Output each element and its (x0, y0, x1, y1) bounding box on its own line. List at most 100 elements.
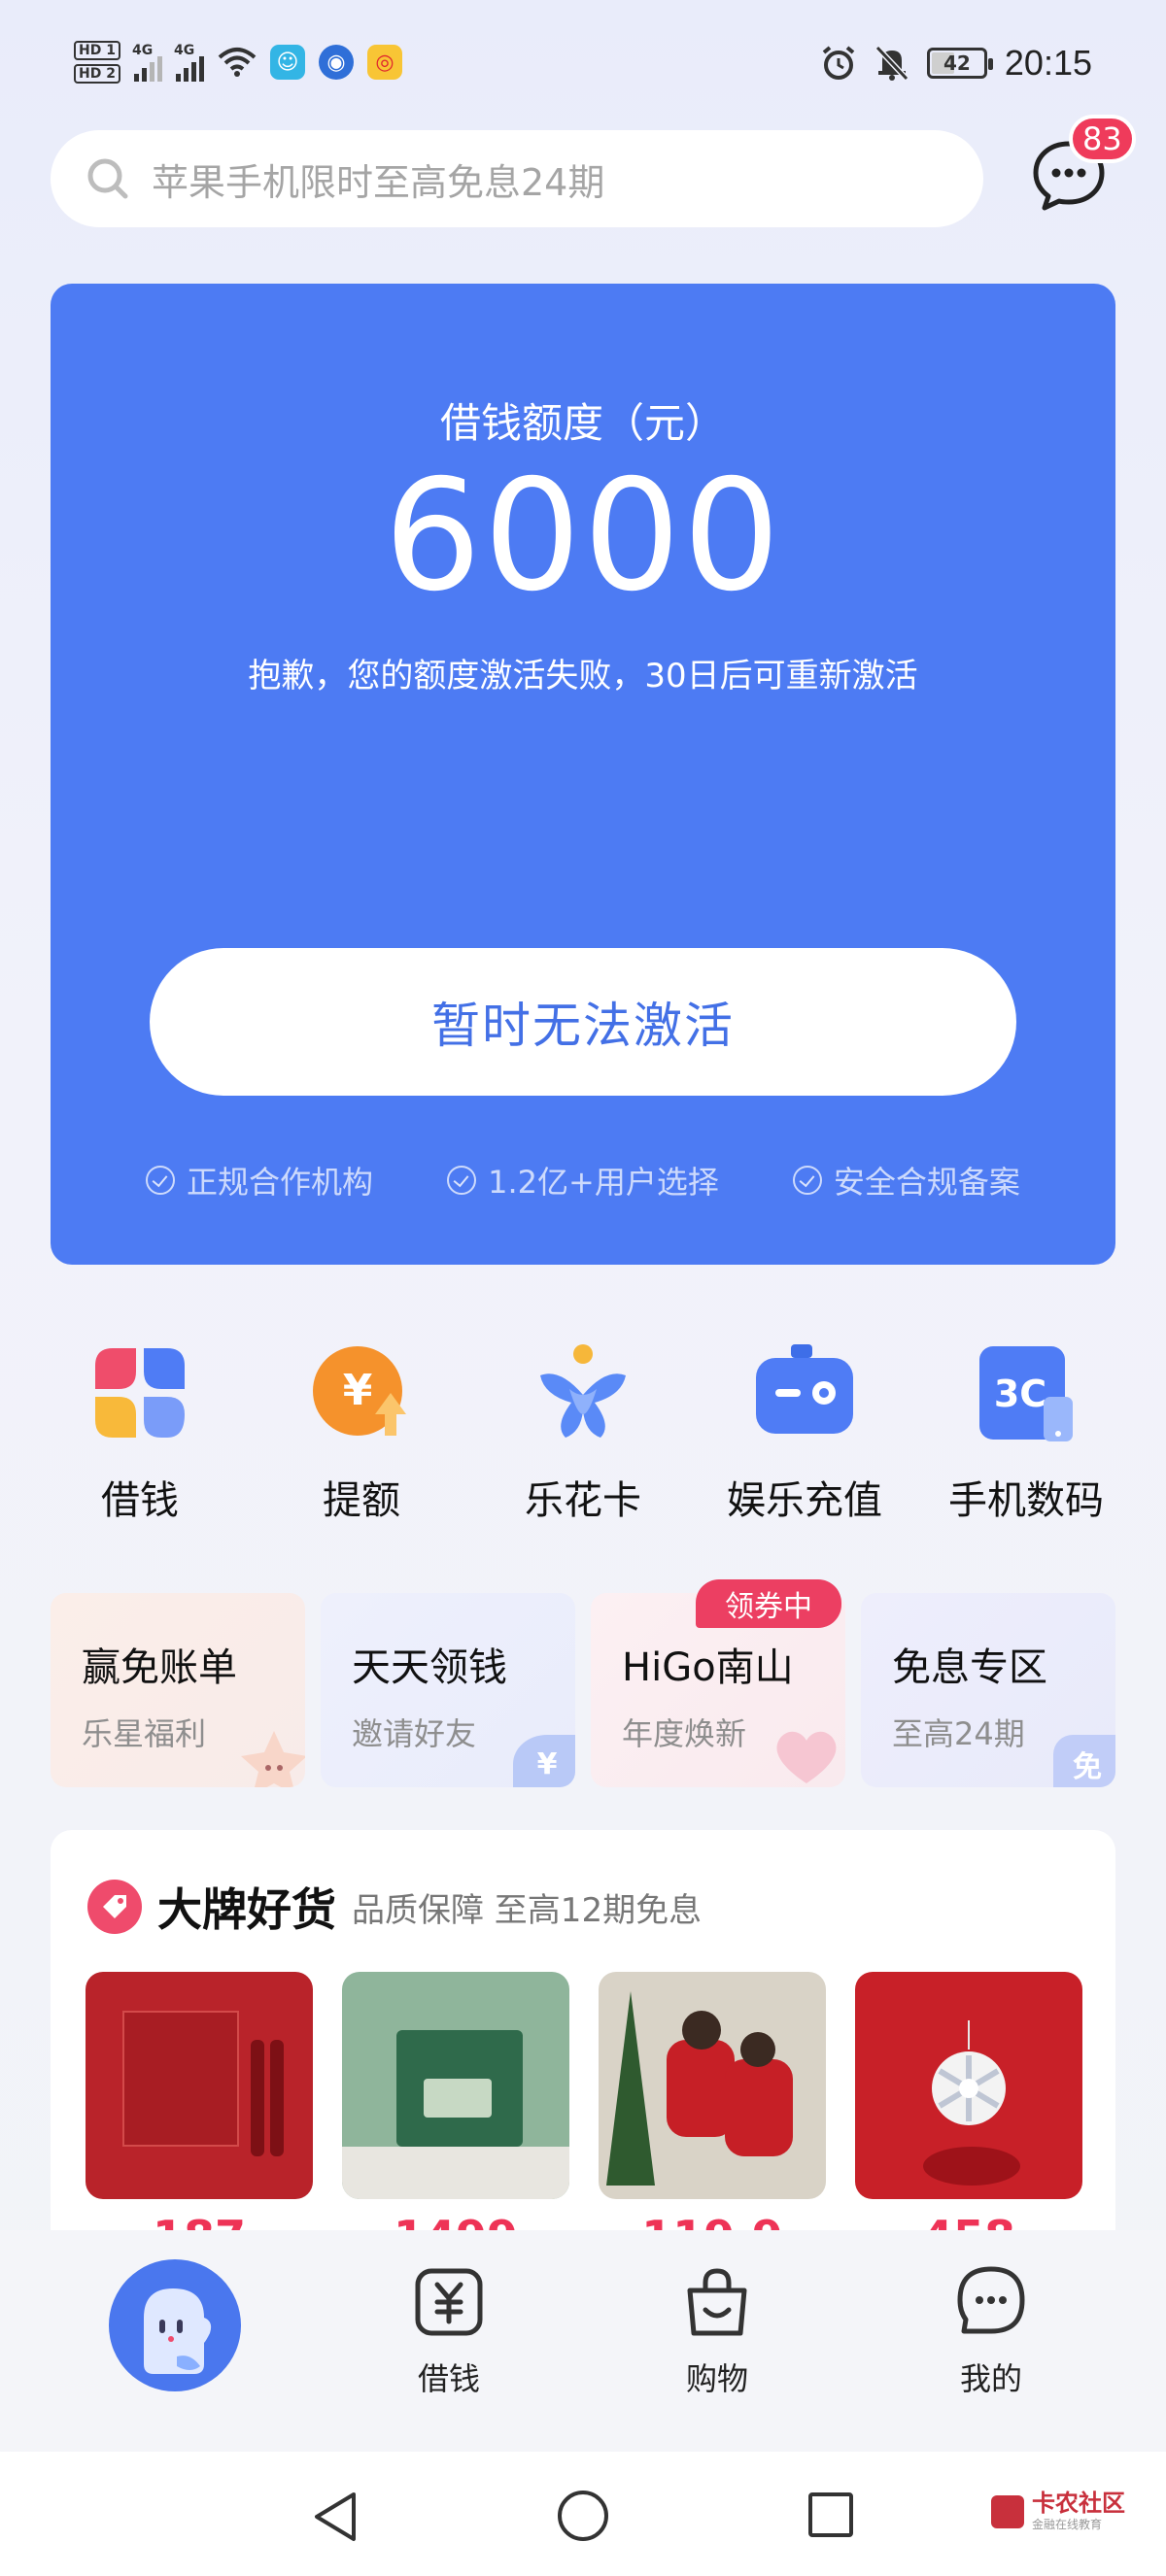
battery-level: 42 (943, 51, 971, 75)
coupon-tag: 领券中 (696, 1579, 841, 1628)
credit-limit-card: 借钱额度（元） 6000 抱歉，您的额度激活失败，30日后可重新激活 暂时无法激… (51, 284, 1115, 1265)
mascot-home-button[interactable] (109, 2259, 241, 2391)
tab-label: 借钱 (417, 2360, 480, 2397)
yuan-card-icon (415, 2268, 483, 2336)
network-1-label: 4G (131, 43, 154, 58)
browser-app-icon: ◉ (318, 45, 354, 80)
price-tag-icon (87, 1880, 142, 1934)
check-circle-icon (792, 1166, 822, 1195)
brand-subtitle: 品质保障 至高12期免息 (352, 1890, 703, 1930)
check-circle-icon (146, 1166, 176, 1195)
quick-entry-label: 娱乐充值 (727, 1478, 882, 1523)
trust-badge-label: 正规合作机构 (187, 1164, 374, 1201)
message-count-badge: 83 (1069, 115, 1136, 163)
quick-entry-label: 借钱 (101, 1478, 179, 1523)
tab-label: 我的 (959, 2360, 1022, 2397)
alarm-icon (822, 46, 855, 80)
tab-mine[interactable]: 我的 (913, 2263, 1069, 2399)
signal-1-icon: 4G (131, 43, 162, 82)
heart-icon (776, 1731, 837, 1783)
credit-limit-label: 借钱额度（元） (439, 399, 726, 447)
sim1-label: HD 1 (74, 41, 120, 60)
yuan-up-icon: ¥ (313, 1346, 406, 1436)
interest-free-corner-icon: 免 (1053, 1735, 1115, 1787)
product-image (342, 1972, 569, 2199)
wifi-icon (218, 48, 257, 77)
quick-entry-label: 手机数码 (948, 1478, 1104, 1523)
status-bar: HD 1 HD 2 4G 4G ☺ ◉ ◎ 42 20:15 (0, 0, 1166, 126)
flower-card-icon (540, 1344, 626, 1438)
promo-title: 赢免账单 (82, 1645, 237, 1690)
tab-label: 购物 (685, 2360, 748, 2397)
quick-entry-limit-up[interactable]: ¥ 提额 (251, 1340, 472, 1525)
trust-badges: 正规合作机构 1.2亿+用户选择 安全合规备案 (51, 1158, 1115, 1203)
product-list: 187 1499 119.9 458 (86, 1972, 1082, 2238)
quick-entry-borrow[interactable]: 借钱 (29, 1340, 251, 1525)
watermark: 卡农社区 金融在线教育 (991, 2491, 1125, 2532)
home-circle-icon[interactable] (558, 2491, 608, 2541)
promo-tiles: 赢免账单 乐星福利 天天领钱 邀请好友 ¥ HiGo南山 年度焕新 免息专区 至… (51, 1593, 1115, 1787)
game-box-icon (756, 1344, 853, 1434)
trust-badge: 正规合作机构 (146, 1158, 373, 1203)
system-nav-bar: 卡农社区 金融在线教育 (0, 2452, 1166, 2576)
weibo-app-icon: ◎ (366, 45, 402, 80)
activate-button[interactable]: 暂时无法激活 (150, 948, 1016, 1096)
sim2-label: HD 2 (74, 64, 120, 84)
search-bar[interactable]: 苹果手机限时至高免息24期 (51, 130, 983, 227)
petal-grid-icon (95, 1348, 185, 1438)
trust-badge: 安全合规备案 (792, 1158, 1020, 1203)
watermark-subtext: 金融在线教育 (1032, 2518, 1103, 2531)
promo-tile[interactable]: 天天领钱 邀请好友 ¥ (321, 1593, 575, 1787)
sim-indicators: HD 1 HD 2 (74, 39, 120, 85)
product-image (855, 1972, 1082, 2199)
status-left: HD 1 HD 2 4G 4G ☺ ◉ ◎ (74, 39, 402, 85)
shopping-bag-icon (687, 2268, 747, 2336)
quick-entry-label: 提额 (323, 1478, 400, 1523)
battery-icon: 42 (926, 48, 993, 79)
back-icon[interactable] (311, 2491, 360, 2543)
mascot-icon (144, 2288, 212, 2374)
trust-badge-label: 1.2亿+用户选择 (488, 1164, 719, 1201)
quick-entry-digital[interactable]: 3C 手机数码 (915, 1340, 1137, 1525)
promo-title: HiGo南山 (622, 1645, 794, 1690)
status-right: 42 20:15 (820, 43, 1092, 84)
product-card[interactable]: 119.9 (599, 1972, 826, 2238)
product-card[interactable]: 1499 (342, 1972, 569, 2238)
promo-title: 免息专区 (892, 1645, 1047, 1690)
brand-header: 大牌好货 品质保障 至高12期免息 (87, 1875, 702, 1939)
activation-failed-notice: 抱歉，您的额度激活失败，30日后可重新激活 (248, 657, 918, 695)
recent-apps-icon[interactable] (808, 2492, 853, 2537)
tab-shopping[interactable]: 购物 (639, 2263, 795, 2399)
quick-entry-lehua-card[interactable]: 乐花卡 (472, 1340, 694, 1525)
tab-borrow[interactable]: 借钱 (371, 2263, 527, 2399)
product-card[interactable]: 187 (86, 1972, 313, 2238)
product-image (599, 1972, 826, 2199)
trust-badge-label: 安全合规备案 (833, 1164, 1020, 1201)
quick-entries: 借钱 ¥ 提额 乐花卡 娱乐充值 3C 手机数码 (29, 1340, 1137, 1525)
svg-text:3C: 3C (994, 1373, 1046, 1415)
product-image (86, 1972, 313, 2199)
status-time: 20:15 (1004, 43, 1092, 83)
chat-app-icon: ☺ (269, 45, 305, 80)
chat-face-icon (957, 2266, 1025, 2334)
quick-entry-label: 乐花卡 (525, 1478, 641, 1523)
watermark-text: 卡农社区 (1032, 2490, 1125, 2517)
signal-2-icon: 4G (173, 43, 204, 82)
mute-bell-icon (874, 45, 909, 82)
network-2-label: 4G (173, 43, 195, 58)
credit-limit-amount: 6000 (383, 447, 783, 626)
brand-title: 大牌好货 (157, 1883, 336, 1936)
promo-tile[interactable]: 免息专区 至高24期 免 (861, 1593, 1115, 1787)
trust-badge: 1.2亿+用户选择 (447, 1158, 719, 1203)
brand-goods-section: 大牌好货 品质保障 至高12期免息 187 1499 119.9 458 (51, 1830, 1115, 2238)
search-placeholder: 苹果手机限时至高免息24期 (152, 160, 605, 204)
product-card[interactable]: 458 (855, 1972, 1082, 2238)
watermark-logo-icon (991, 2494, 1024, 2528)
bottom-tab-bar: 借钱 购物 我的 (0, 2230, 1166, 2452)
search-icon (87, 158, 128, 199)
promo-title: 天天领钱 (352, 1645, 507, 1690)
quick-entry-entertainment[interactable]: 娱乐充值 (694, 1340, 915, 1525)
star-mascot-icon (241, 1731, 305, 1787)
promo-tile[interactable]: 赢免账单 乐星福利 (51, 1593, 305, 1787)
check-circle-icon (447, 1166, 477, 1195)
